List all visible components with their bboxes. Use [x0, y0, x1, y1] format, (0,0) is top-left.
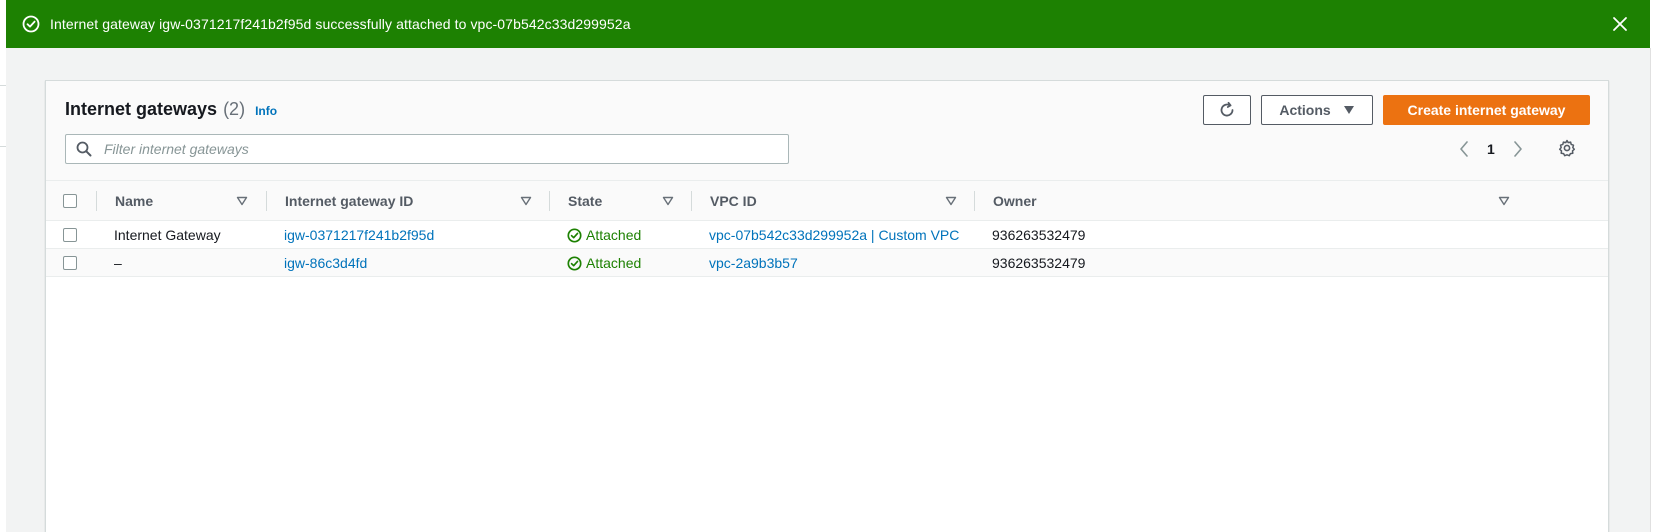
- column-label: Owner: [993, 193, 1037, 209]
- page-number[interactable]: 1: [1487, 141, 1495, 157]
- sort-icon[interactable]: [1498, 181, 1510, 221]
- column-label: Name: [115, 193, 154, 209]
- sort-icon[interactable]: [520, 181, 532, 221]
- column-header-state[interactable]: State: [568, 181, 602, 221]
- filter-box: [65, 134, 789, 164]
- select-all-checkbox[interactable]: [63, 194, 77, 208]
- refresh-icon: [1218, 101, 1236, 119]
- column-divider: [266, 191, 267, 211]
- success-icon: [22, 15, 40, 33]
- table-row[interactable]: Internet Gateway igw-0371217f241b2f95d A…: [46, 221, 1608, 249]
- column-divider: [974, 191, 975, 211]
- sort-icon[interactable]: [945, 181, 957, 221]
- close-icon[interactable]: [1610, 14, 1630, 34]
- row-select-cell: [63, 221, 77, 249]
- state-text: Attached: [586, 227, 642, 243]
- create-internet-gateway-button[interactable]: Create internet gateway: [1383, 95, 1590, 125]
- gateway-id-link[interactable]: igw-0371217f241b2f95d: [284, 221, 434, 249]
- gateway-id-link[interactable]: igw-86c3d4fd: [284, 249, 367, 277]
- refresh-button[interactable]: [1203, 95, 1251, 125]
- page: Internet gateway igw-0371217f241b2f95d s…: [0, 0, 1660, 532]
- sort-icon[interactable]: [662, 181, 674, 221]
- column-divider: [549, 191, 550, 211]
- sort-icon[interactable]: [236, 181, 248, 221]
- table-row[interactable]: – igw-86c3d4fd Attached vpc-2a9b3b57 936…: [46, 249, 1608, 277]
- cell-name: –: [114, 255, 122, 271]
- status-positive-icon: [567, 255, 582, 271]
- cell-state: Attached: [567, 249, 641, 277]
- column-label: Internet gateway ID: [285, 193, 414, 209]
- vpc-id-link[interactable]: vpc-07b542c33d299952a | Custom VPC: [709, 221, 959, 249]
- column-header-gateway-id[interactable]: Internet gateway ID: [285, 181, 413, 221]
- actions-label: Actions: [1279, 102, 1331, 118]
- scrollbar[interactable]: [1650, 48, 1660, 532]
- info-link[interactable]: Info: [255, 104, 277, 118]
- table-header: Name Internet gateway ID State VPC ID Ow…: [46, 181, 1608, 221]
- chevron-left-icon[interactable]: [1455, 138, 1473, 160]
- cell-owner: 936263532479: [992, 227, 1086, 243]
- actions-button[interactable]: Actions: [1261, 95, 1373, 125]
- gateways-table: Name Internet gateway ID State VPC ID Ow…: [46, 181, 1608, 277]
- column-label: State: [568, 193, 603, 209]
- select-all-cell: [63, 181, 77, 221]
- cell-name: Internet Gateway: [114, 227, 221, 243]
- title-text: Internet gateways: [65, 99, 218, 119]
- internet-gateways-panel: Internet gateways (2) Info Actions Creat…: [45, 80, 1609, 532]
- chevron-right-icon[interactable]: [1509, 138, 1527, 160]
- item-count: (2): [223, 99, 246, 119]
- filter-input[interactable]: [102, 140, 782, 158]
- page-title: Internet gateways (2) Info: [65, 99, 277, 120]
- vpc-id-link[interactable]: vpc-2a9b3b57: [709, 249, 798, 277]
- column-divider: [96, 191, 97, 211]
- flash-message: Internet gateway igw-0371217f241b2f95d s…: [50, 16, 631, 32]
- gear-icon[interactable]: [1557, 138, 1577, 158]
- state-text: Attached: [586, 255, 642, 271]
- cell-owner: 936263532479: [992, 255, 1086, 271]
- status-positive-icon: [567, 227, 582, 243]
- column-header-vpc-id[interactable]: VPC ID: [710, 181, 757, 221]
- column-header-owner[interactable]: Owner: [993, 181, 1037, 221]
- row-checkbox[interactable]: [63, 256, 77, 270]
- panel-header: Internet gateways (2) Info Actions Creat…: [46, 81, 1608, 181]
- column-divider: [691, 191, 692, 211]
- search-icon: [76, 141, 92, 157]
- success-flash-banner: Internet gateway igw-0371217f241b2f95d s…: [6, 0, 1650, 48]
- column-label: VPC ID: [710, 193, 757, 209]
- caret-down-icon: [1343, 105, 1355, 115]
- pagination: 1: [1455, 136, 1527, 162]
- cell-state: Attached: [567, 221, 641, 249]
- row-checkbox[interactable]: [63, 228, 77, 242]
- row-select-cell: [63, 249, 77, 277]
- column-header-name[interactable]: Name: [115, 181, 153, 221]
